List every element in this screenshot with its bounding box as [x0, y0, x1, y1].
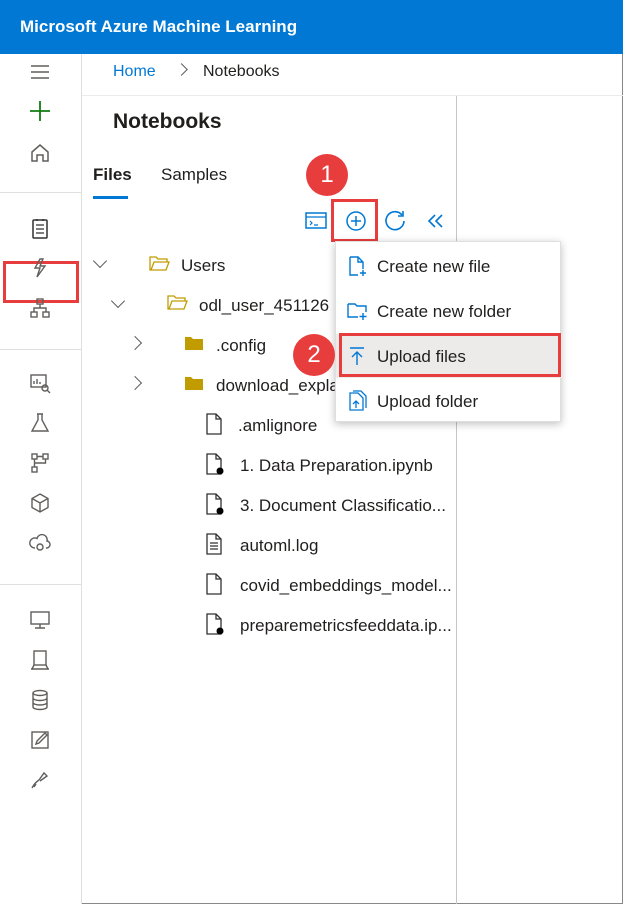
nav-divider: [0, 192, 82, 193]
menu-item-upload-folder[interactable]: Upload folder: [336, 379, 562, 423]
folder-icon: [185, 377, 203, 390]
pane-divider: [456, 96, 457, 904]
nav-divider: [0, 584, 82, 585]
endpoints-icon[interactable]: [28, 531, 52, 555]
add-menu: Create new file Create new folder Upload…: [335, 241, 562, 423]
notebooks-icon[interactable]: [28, 217, 52, 241]
active-tab-indicator: [93, 196, 128, 199]
menu-item-label: Create new folder: [377, 302, 512, 321]
home-icon[interactable]: [28, 141, 52, 165]
new-file-icon: [349, 256, 366, 276]
app-title: Microsoft Azure Machine Learning: [20, 17, 298, 36]
compute-icon[interactable]: [28, 608, 52, 632]
add-new-icon[interactable]: [343, 208, 369, 234]
step-callout-2: 2: [293, 334, 335, 376]
tree-item[interactable]: .config: [216, 336, 266, 356]
tab-files[interactable]: Files: [93, 165, 132, 185]
file-icon: [206, 413, 222, 435]
upload-folder-icon: [349, 390, 367, 411]
folder-open-icon: [149, 256, 170, 271]
data-labeling-icon[interactable]: [28, 728, 52, 752]
folder-open-icon: [167, 295, 188, 310]
create-new-icon[interactable]: [28, 99, 52, 123]
automated-ml-icon[interactable]: [28, 256, 52, 280]
tree-item[interactable]: covid_embeddings_model...: [240, 576, 452, 596]
breadcrumb: Home Notebooks: [113, 63, 280, 81]
file-icon: [206, 573, 222, 595]
tree-item[interactable]: automl.log: [240, 536, 318, 556]
tree-item[interactable]: 3. Document Classificatio...: [240, 496, 446, 516]
left-nav: [0, 54, 82, 904]
app-window: [0, 0, 623, 904]
folder-icon: [185, 337, 203, 350]
page-title: Notebooks: [113, 110, 222, 133]
datastores-icon[interactable]: [28, 688, 52, 712]
pipelines-icon[interactable]: [28, 451, 52, 475]
notebook-file-icon: [206, 453, 224, 475]
environments-icon[interactable]: [28, 648, 52, 672]
menu-item-label: Create new file: [377, 257, 491, 276]
notebook-file-icon: [206, 613, 224, 635]
new-folder-icon: [347, 303, 367, 320]
menu-item-create-new-file[interactable]: Create new file: [336, 244, 562, 288]
header-divider: [82, 95, 623, 96]
open-terminal-icon[interactable]: [303, 208, 329, 234]
hamburger-menu-icon[interactable]: [28, 60, 52, 84]
tree-item[interactable]: Users: [181, 256, 225, 276]
upload-files-highlight-box: [339, 333, 561, 377]
tree-item[interactable]: .amlignore: [238, 416, 317, 436]
text-file-icon: [206, 533, 222, 555]
collapse-pane-icon[interactable]: [423, 208, 449, 234]
tree-item[interactable]: download_expla: [216, 376, 339, 396]
models-icon[interactable]: [28, 491, 52, 515]
refresh-icon[interactable]: [383, 208, 409, 234]
menu-item-create-new-folder[interactable]: Create new folder: [336, 289, 562, 333]
breadcrumb-current: Notebooks: [203, 63, 280, 80]
top-bar: Microsoft Azure Machine Learning: [0, 0, 623, 54]
experiments-icon[interactable]: [28, 411, 52, 435]
datasets-icon[interactable]: [28, 371, 52, 395]
nav-divider: [0, 349, 82, 350]
designer-icon[interactable]: [28, 296, 52, 320]
step-callout-1: 1: [306, 154, 348, 196]
tree-item[interactable]: 1. Data Preparation.ipynb: [240, 456, 433, 476]
breadcrumb-home-link[interactable]: Home: [113, 63, 156, 80]
menu-item-label: Upload folder: [377, 392, 479, 411]
tree-item[interactable]: preparemetricsfeeddata.ip...: [240, 616, 452, 636]
tab-samples[interactable]: Samples: [161, 165, 227, 185]
notebook-file-icon: [206, 493, 224, 515]
tree-item[interactable]: odl_user_451126: [199, 296, 329, 316]
linked-services-icon[interactable]: [28, 768, 52, 792]
